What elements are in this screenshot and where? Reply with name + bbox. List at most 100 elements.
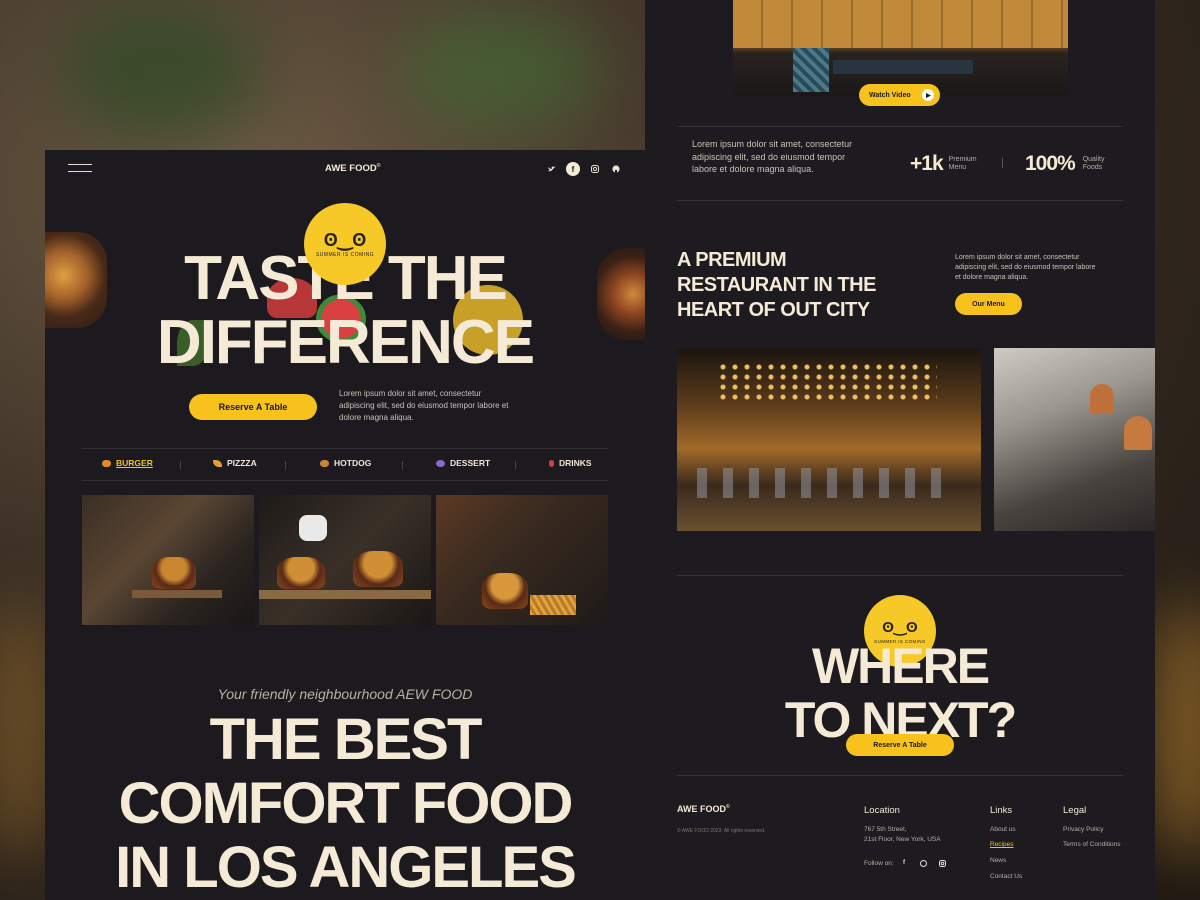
wooden-board — [259, 590, 431, 599]
stats-description: Lorem ipsum dolor sit amet, consectetur … — [692, 139, 853, 174]
footer-link-news[interactable]: News — [990, 857, 1006, 864]
category-separator — [285, 461, 286, 470]
footer-divider — [677, 775, 1123, 776]
stat-label: Premium — [948, 156, 977, 163]
summer-sticker: ʘ‿ʘ SUMMER IS COMING — [307, 206, 383, 282]
footer-copyright: © AWE FOOD 2023, All rights reserved. — [677, 828, 766, 834]
premium-heading: A PREMIUM RESTAURANT IN THE HEART OF OUT… — [677, 248, 876, 323]
background-plant-blur-2 — [400, 10, 600, 130]
watch-video-label: Watch Video — [869, 91, 911, 99]
burger-icon — [102, 459, 111, 467]
burger-shape — [152, 557, 196, 589]
category-label: PIZZZA — [227, 458, 257, 468]
wooden-board — [132, 590, 222, 598]
burger-photo-3[interactable] — [436, 495, 608, 625]
dessert-icon — [436, 459, 445, 467]
play-icon — [922, 89, 934, 101]
section-divider — [677, 575, 1123, 576]
facebook-icon[interactable]: f — [566, 162, 580, 176]
stat-quality-foods: 100% Quality Foods — [1025, 152, 1105, 176]
footer-terms-link[interactable]: Terms of Conditions — [1063, 841, 1120, 848]
intro-heading-line2: COMFORT FOOD — [118, 771, 574, 836]
hero-heading-line2: DIFFERENCE — [156, 308, 535, 377]
footer-address-line2: 21st Floor, New York, USA — [864, 836, 941, 843]
chairs-row — [697, 468, 957, 498]
fries-shape — [530, 595, 576, 615]
burger-photo-2[interactable] — [259, 495, 431, 625]
reserve-table-button[interactable]: Reserve A Table — [846, 734, 954, 756]
category-dessert[interactable]: DESSERT — [436, 458, 490, 468]
restaurant-interior-image[interactable] — [677, 348, 981, 531]
our-menu-button[interactable]: Our Menu — [955, 293, 1022, 315]
instagram-icon[interactable] — [936, 857, 948, 869]
footer-brand[interactable]: AWE FOOD© — [677, 804, 730, 814]
category-pizza[interactable]: PIZZZA — [213, 458, 257, 468]
stats-divider-bottom — [677, 200, 1123, 201]
intro-tagline: Your friendly neighbourhood AEW FOOD — [217, 686, 473, 702]
smiley-face-icon: ʘ‿ʘ — [323, 229, 367, 250]
intro-heading-line1: THE BEST — [209, 707, 483, 772]
stat-value: 100% — [1025, 152, 1076, 175]
copper-lamp — [1124, 416, 1152, 450]
footer-follow-label: Follow on: — [864, 860, 894, 867]
face-mask — [299, 515, 327, 541]
category-label: BURGER — [116, 458, 153, 468]
facebook-icon[interactable]: f — [898, 857, 910, 869]
instagram-icon[interactable] — [588, 162, 602, 176]
smiley-face-icon: ʘ‿ʘ — [882, 618, 918, 636]
homepage-mockup-left: AWE FOOD© f TASTE THE DIFFERENCE ʘ‿ʘ SUM… — [45, 150, 645, 900]
background-light-blur — [1150, 600, 1200, 860]
footer-links-title: Links — [990, 805, 1013, 816]
burger-shape — [353, 551, 403, 587]
hero-description: Lorem ipsum dolor sit amet, consectetur … — [339, 389, 509, 422]
watch-video-button[interactable]: Watch Video — [859, 84, 940, 106]
premium-heading-line1: A PREMIUM — [677, 249, 787, 271]
premium-description: Lorem ipsum dolor sit amet, consectetur … — [955, 254, 1096, 281]
category-divider-top — [82, 448, 608, 449]
drinks-icon — [549, 459, 554, 467]
table-shape — [833, 60, 973, 74]
homepage-mockup-right: Watch Video Lorem ipsum dolor sit amet, … — [645, 0, 1155, 900]
footer-link-recipes[interactable]: Recipes — [990, 841, 1013, 848]
category-label: DRINKS — [559, 458, 592, 468]
copper-lamp — [1090, 384, 1114, 414]
category-separator — [515, 461, 516, 470]
footer-location-title: Location — [864, 805, 900, 816]
reserve-table-button[interactable]: Reserve A Table — [189, 394, 317, 420]
restaurant-video-image[interactable] — [733, 0, 1068, 96]
burger-shape — [277, 557, 325, 589]
category-divider-bottom — [82, 480, 608, 481]
burger-photo-1[interactable] — [82, 495, 254, 625]
chair-shape — [793, 48, 829, 92]
background-plant-blur — [60, 0, 260, 140]
category-drinks[interactable]: DRINKS — [549, 458, 592, 468]
category-burger[interactable]: BURGER — [102, 458, 153, 468]
hamburger-menu-icon[interactable] — [68, 164, 92, 172]
stats-divider-top — [677, 126, 1123, 127]
category-separator — [180, 461, 181, 470]
premium-heading-line2: RESTAURANT IN THE — [677, 274, 876, 296]
footer-legal-title: Legal — [1063, 805, 1087, 816]
category-label: DESSERT — [450, 458, 491, 468]
stat-label: Foods — [1082, 164, 1103, 171]
footer-link-about[interactable]: About us — [990, 826, 1016, 833]
github-icon[interactable] — [609, 162, 623, 176]
twitter-icon[interactable] — [545, 162, 559, 176]
footer-address-line1: 767 5th Street, — [864, 826, 907, 833]
pizza-icon — [213, 459, 222, 467]
stat-label: Menu — [948, 164, 967, 171]
brand-logo[interactable]: AWE FOOD© — [325, 163, 380, 174]
intro-heading-line3: IN LOS ANGELES — [115, 835, 577, 900]
footer-brand-mark: © — [726, 804, 730, 810]
footer-link-contact[interactable]: Contact Us — [990, 873, 1022, 880]
category-hotdog[interactable]: HOTDOG — [320, 458, 371, 468]
dribbble-icon[interactable] — [917, 857, 929, 869]
footer-privacy-link[interactable]: Privacy Policy — [1063, 826, 1103, 833]
restaurant-kitchen-image[interactable] — [994, 348, 1155, 531]
brand-name: AWE FOOD — [325, 163, 377, 175]
stat-separator — [1002, 158, 1003, 168]
footer-brand-name: AWE FOOD — [677, 804, 726, 814]
chandelier-lights — [717, 362, 937, 402]
burger-shape — [482, 573, 528, 609]
category-separator — [402, 461, 403, 470]
